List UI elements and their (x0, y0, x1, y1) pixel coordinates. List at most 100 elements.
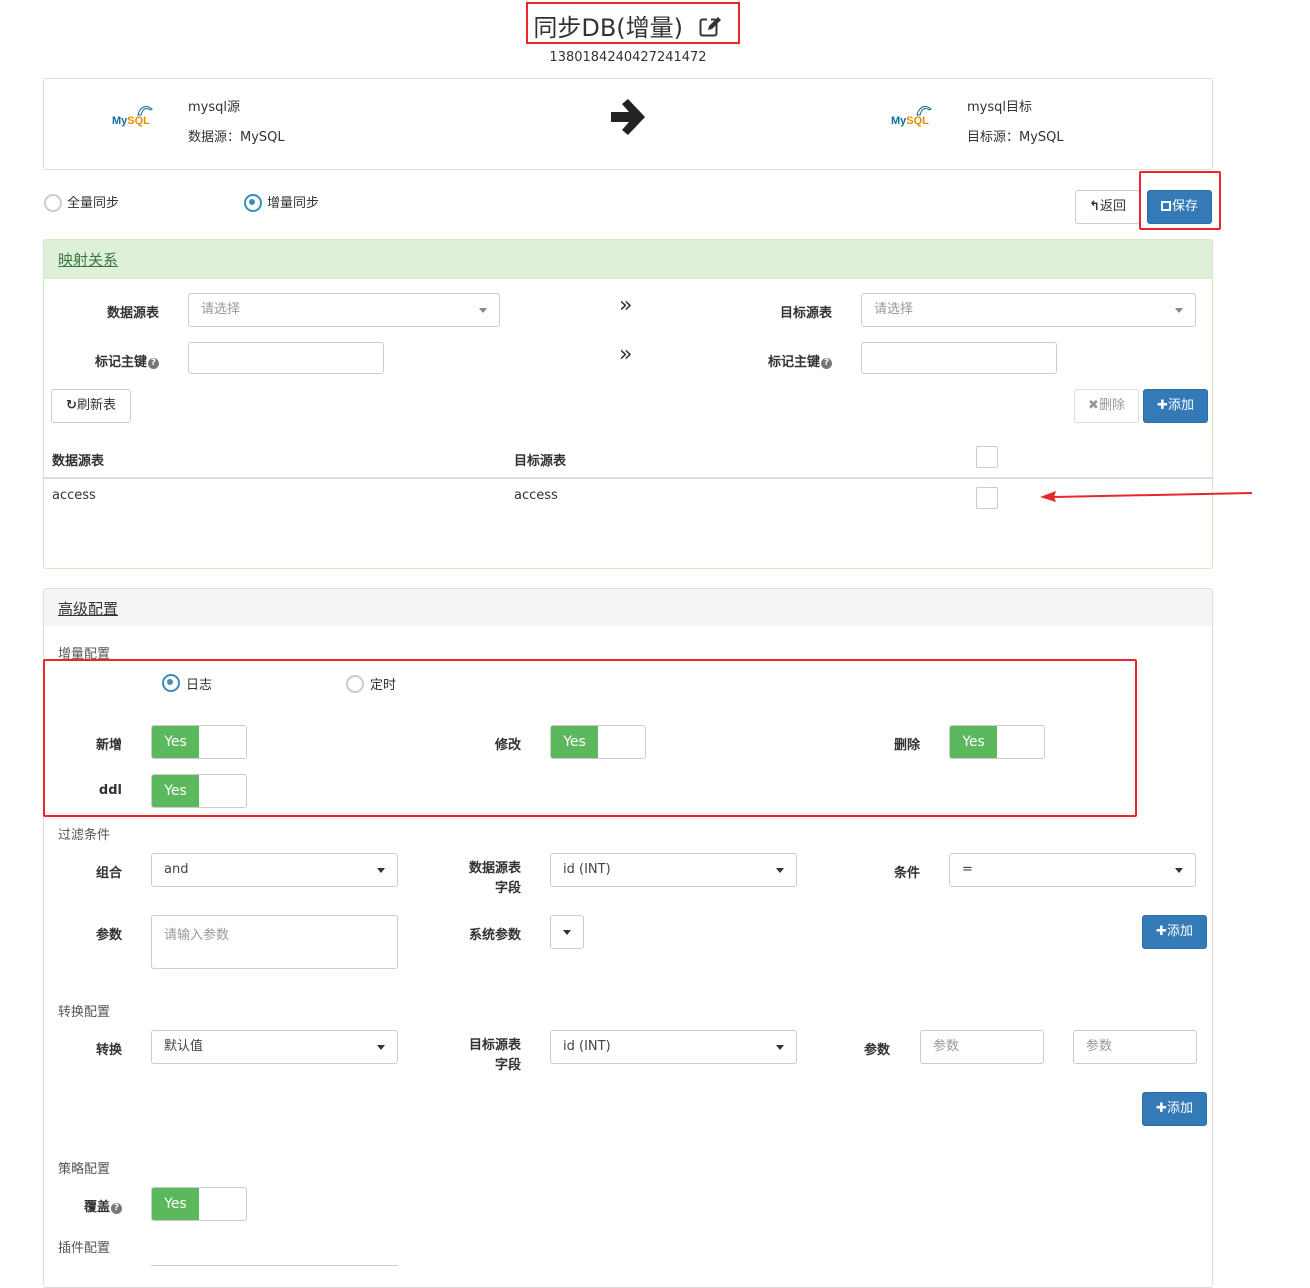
caret-down-icon (1175, 308, 1183, 313)
filter-field-label: 数据源表 字段 (424, 861, 521, 899)
target-name: mysql目标 (967, 100, 1032, 115)
target-table-placeholder: 请选择 (874, 302, 914, 317)
caret-down-icon (1175, 868, 1183, 873)
annotation-arrow (1038, 487, 1254, 507)
annotation-box-incremental (43, 659, 1137, 817)
double-chevron-icon: » (619, 293, 633, 318)
convert-value: 默认值 (164, 1039, 204, 1054)
add-mapping-button[interactable]: ✚添加 (1143, 389, 1208, 423)
caret-down-icon (776, 868, 784, 873)
select-all-checkbox[interactable] (976, 446, 998, 468)
dolphin-icon (137, 106, 153, 116)
convert-field-label-2: 字段 (494, 1058, 521, 1073)
source-table-label: 数据源表 (106, 306, 159, 321)
incremental-sync-label[interactable]: 增量同步 (267, 192, 319, 211)
target-type: 目标源：MySQL (967, 130, 1064, 145)
combine-label: 组合 (95, 866, 122, 881)
table-cell-target: access (514, 488, 558, 503)
convert-select[interactable]: 默认值 (151, 1030, 398, 1064)
source-table-select[interactable]: 请选择 (188, 293, 500, 327)
mapping-header-link[interactable]: 映射关系 (58, 249, 118, 270)
full-sync-label[interactable]: 全量同步 (67, 192, 119, 211)
filter-field-label-1: 数据源表 (468, 861, 521, 876)
source-target-panel: MySQL mysql源 数据源：MySQL MySQL mysql目标 目标源… (43, 78, 1213, 170)
advanced-panel-header: 高级配置 (44, 589, 1212, 626)
source-name: mysql源 (188, 100, 240, 115)
convert-label: 转换 (95, 1043, 122, 1058)
convert-param-label: 参数 (863, 1043, 890, 1058)
refresh-table-button[interactable]: ↻刷新表 (51, 389, 131, 423)
advanced-header-link[interactable]: 高级配置 (58, 598, 118, 619)
filter-config-label: 过滤条件 (58, 828, 111, 843)
condition-select[interactable]: = (949, 853, 1196, 887)
plugin-config-label: 插件配置 (58, 1241, 111, 1256)
target-table-select[interactable]: 请选择 (861, 293, 1196, 327)
logo-text-a: My (112, 115, 128, 127)
caret-down-icon (563, 930, 571, 935)
plus-icon: ✚ (1156, 1101, 1167, 1116)
refresh-label: 刷新表 (76, 398, 116, 413)
table-row: access access (44, 480, 1212, 518)
job-id: 1380184240427241472 (549, 50, 707, 65)
convert-config-label: 转换配置 (58, 1005, 111, 1020)
target-pk-input[interactable] (861, 342, 1057, 374)
convert-param-placeholder-1: 参数 (933, 1039, 960, 1054)
filter-field-value: id (INT) (563, 862, 611, 877)
convert-field-label: 目标源表 字段 (424, 1038, 521, 1076)
row-checkbox[interactable] (976, 487, 998, 509)
delete-mapping-button[interactable]: ✖删除 (1074, 389, 1139, 423)
close-icon: ✖ (1088, 398, 1099, 413)
annotation-box-save (1139, 171, 1221, 230)
annotation-box-title (526, 2, 740, 44)
incremental-sync-radio[interactable] (244, 194, 262, 212)
caret-down-icon (479, 308, 487, 313)
back-button[interactable]: ↰返回 (1075, 190, 1140, 224)
refresh-icon: ↻ (66, 398, 77, 413)
add-convert-button[interactable]: ✚添加 (1142, 1092, 1207, 1126)
overwrite-toggle[interactable]: Yes (151, 1187, 247, 1221)
convert-field-label-1: 目标源表 (468, 1038, 521, 1053)
param-textarea[interactable]: 请输入参数 (151, 915, 398, 969)
question-icon: ? (148, 358, 159, 369)
convert-param-placeholder-2: 参数 (1086, 1039, 1113, 1054)
caret-down-icon (377, 1045, 385, 1050)
convert-field-value: id (INT) (563, 1039, 611, 1054)
table-header-target: 目标源表 (514, 454, 567, 469)
reply-icon: ↰ (1089, 199, 1100, 214)
combine-select[interactable]: and (151, 853, 398, 887)
double-chevron-icon: » (619, 342, 633, 367)
sys-param-label: 系统参数 (468, 928, 521, 943)
condition-value: = (962, 862, 973, 877)
add-filter-label: 添加 (1166, 924, 1193, 939)
mapping-panel-header: 映射关系 (44, 240, 1212, 279)
table-header-source: 数据源表 (52, 454, 105, 469)
delete-label: 删除 (1098, 398, 1125, 413)
add-filter-button[interactable]: ✚添加 (1142, 915, 1207, 949)
convert-param-input-1[interactable]: 参数 (920, 1030, 1044, 1064)
toggle-yes: Yes (152, 1188, 199, 1220)
source-type: 数据源：MySQL (188, 130, 285, 145)
convert-param-input-2[interactable]: 参数 (1073, 1030, 1197, 1064)
filter-field-select[interactable]: id (INT) (550, 853, 797, 887)
table-cell-source: access (52, 488, 96, 503)
source-pk-label: 标记主键? (64, 351, 159, 370)
back-label: 返回 (1099, 199, 1126, 214)
plus-icon: ✚ (1156, 924, 1167, 939)
add-convert-label: 添加 (1166, 1101, 1193, 1116)
logo-text-a: My (891, 115, 907, 127)
plugin-select-edge[interactable] (151, 1265, 398, 1268)
condition-label: 条件 (893, 866, 920, 881)
strategy-config-label: 策略配置 (58, 1162, 111, 1177)
param-label: 参数 (95, 928, 122, 943)
source-pk-input[interactable] (188, 342, 384, 374)
caret-down-icon (776, 1045, 784, 1050)
sys-param-select[interactable] (550, 915, 584, 949)
mysql-logo-target: MySQL (891, 106, 932, 127)
full-sync-radio[interactable] (44, 194, 62, 212)
question-icon: ? (821, 358, 832, 369)
question-icon: ? (111, 1203, 122, 1214)
overwrite-label: 覆盖? (58, 1196, 122, 1215)
convert-field-select[interactable]: id (INT) (550, 1030, 797, 1064)
filter-field-label-2: 字段 (494, 881, 521, 896)
target-pk-text: 标记主键 (767, 355, 820, 370)
